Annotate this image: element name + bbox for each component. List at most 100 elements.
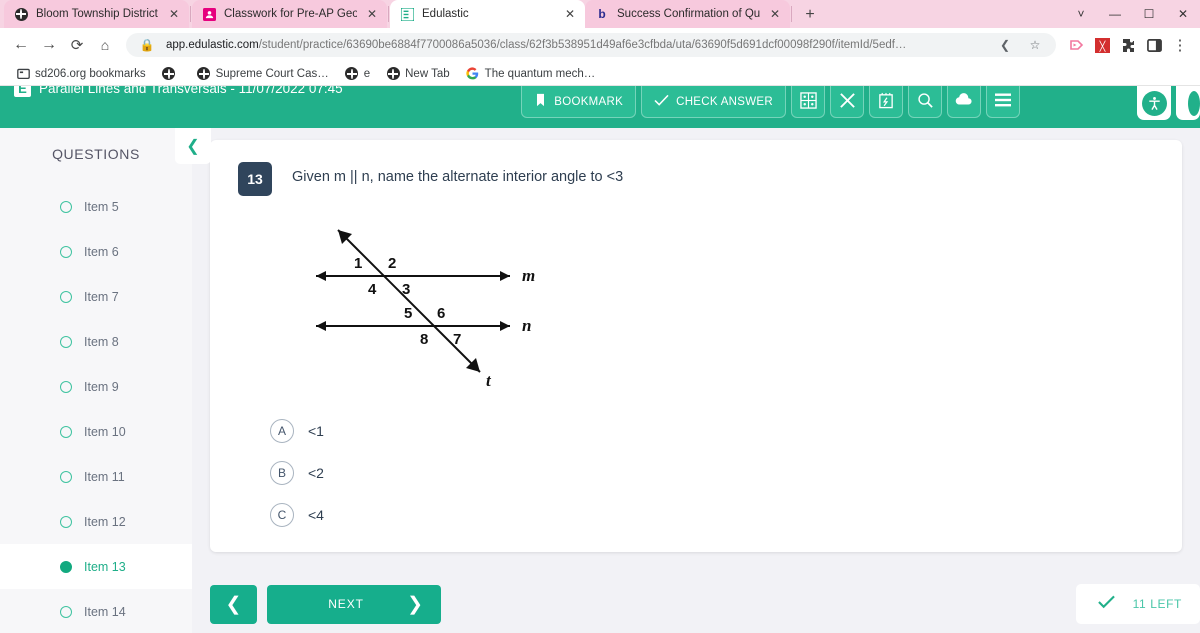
close-x-button[interactable] <box>830 86 864 118</box>
bookmark-button[interactable]: BOOKMARK <box>521 86 637 118</box>
sidebar-item-8[interactable]: Item 8 <box>0 319 192 364</box>
close-icon[interactable]: ✕ <box>365 7 379 21</box>
globe-icon <box>345 67 359 81</box>
next-button[interactable]: NEXT ❯ <box>267 584 441 624</box>
bookmark-item[interactable]: The quantum mech… <box>460 65 602 83</box>
share-icon[interactable]: ❮ <box>994 34 1016 56</box>
sidebar-collapse-button[interactable]: ❮ <box>175 128 211 164</box>
next-label: NEXT <box>328 597 364 611</box>
menu-icon[interactable]: ⋮ <box>1168 32 1192 58</box>
svg-text:5: 5 <box>404 305 412 322</box>
check-answer-button[interactable]: CHECK ANSWER <box>641 86 786 118</box>
browser-tab-4[interactable]: b Success Confirmation of Question ✕ <box>585 0 790 28</box>
address-bar[interactable]: 🔒 app.edulastic.com/student/practice/636… <box>126 33 1056 57</box>
sidebar-item-12[interactable]: Item 12 <box>0 499 192 544</box>
app-header: E Parallel Lines and Transversals - 11/0… <box>0 86 1200 128</box>
globe-icon <box>386 67 400 81</box>
svg-text:8: 8 <box>420 331 428 348</box>
help-icon <box>1188 90 1200 116</box>
magnifier-button[interactable] <box>908 86 942 118</box>
cloud-button[interactable] <box>947 86 981 118</box>
sidebar-item-label: Item 5 <box>84 199 119 214</box>
bookmark-item[interactable]: e <box>339 65 376 83</box>
bookmark-label: New Tab <box>405 67 450 80</box>
new-tab-button[interactable]: + <box>797 2 823 28</box>
adblock-icon[interactable]: ╳ <box>1090 32 1114 58</box>
choice-a[interactable]: A <1 <box>270 410 1154 452</box>
previous-button[interactable]: ❮ <box>210 584 257 624</box>
window-controls: ˅ — ☐ ✕ <box>1064 0 1200 28</box>
globe-icon <box>197 67 211 81</box>
assignment-title-group: E Parallel Lines and Transversals - 11/0… <box>14 86 343 97</box>
accessibility-button[interactable] <box>1137 86 1171 120</box>
choice-c[interactable]: C <4 <box>270 494 1154 536</box>
browser-tab-3-active[interactable]: Edulastic ✕ <box>390 0 585 28</box>
questions-sidebar: ❮ QUESTIONS Item 5 Item 6 Item 7 Item 8 <box>0 128 211 633</box>
sidebar-item-label: Item 8 <box>84 334 119 349</box>
browser-tab-1[interactable]: Bloom Township District 206 ✕ <box>4 0 189 28</box>
svg-text:1: 1 <box>354 255 362 272</box>
sidepanel-icon[interactable] <box>1142 32 1166 58</box>
sidebar-item-5[interactable]: Item 5 <box>0 184 192 229</box>
chevron-down-icon[interactable]: ˅ <box>1064 0 1098 28</box>
sidebar-item-6[interactable]: Item 6 <box>0 229 192 274</box>
choice-b[interactable]: B <2 <box>270 452 1154 494</box>
sidebar-item-9[interactable]: Item 9 <box>0 364 192 409</box>
svg-text:3: 3 <box>402 281 410 298</box>
choice-bubble[interactable]: A <box>270 419 294 443</box>
browser-tab-2[interactable]: Classwork for Pre-AP Geometry - ✕ <box>192 0 387 28</box>
back-button[interactable]: ← <box>8 32 34 58</box>
status-bullet-icon <box>60 335 72 348</box>
minimize-icon[interactable]: — <box>1098 0 1132 28</box>
bookmark-item[interactable] <box>156 65 187 83</box>
sidebar-item-10[interactable]: Item 10 <box>0 409 192 454</box>
svg-text:t: t <box>486 371 492 389</box>
close-icon[interactable]: ✕ <box>167 7 181 21</box>
sidebar-item-14[interactable]: Item 14 <box>0 589 192 633</box>
close-icon[interactable]: ✕ <box>768 7 782 21</box>
magnifier-icon <box>917 92 934 112</box>
tab-divider <box>388 6 389 22</box>
bookmark-item[interactable]: Supreme Court Cas… <box>191 65 335 83</box>
close-window-icon[interactable]: ✕ <box>1166 0 1200 28</box>
calculator-button[interactable] <box>791 86 825 118</box>
close-icon[interactable]: ✕ <box>563 7 577 21</box>
home-button[interactable]: ⌂ <box>92 32 118 58</box>
globe-icon <box>14 7 28 21</box>
sidebar-item-7[interactable]: Item 7 <box>0 274 192 319</box>
choice-bubble[interactable]: B <box>270 461 294 485</box>
reload-button[interactable]: ⟳ <box>64 32 90 58</box>
puzzle-icon[interactable] <box>1116 32 1140 58</box>
restore-icon[interactable]: ☐ <box>1132 0 1166 28</box>
items-left-label: 11 LEFT <box>1132 597 1182 611</box>
status-bullet-icon <box>60 200 72 213</box>
items-left-badge[interactable]: 11 LEFT <box>1075 584 1200 624</box>
sidebar-item-label: Item 14 <box>84 604 126 619</box>
scratchpad-button[interactable] <box>869 86 903 118</box>
edulastic-icon <box>400 7 414 21</box>
bookmark-label: The quantum mech… <box>484 67 596 80</box>
sidebar-item-13[interactable]: Item 13 <box>0 544 192 589</box>
url-text: app.edulastic.com/student/practice/63690… <box>166 39 986 51</box>
sidebar-item-11[interactable]: Item 11 <box>0 454 192 499</box>
bookmark-item[interactable]: New Tab <box>380 65 456 83</box>
lock-icon: 🔒 <box>139 38 155 52</box>
choice-label: <1 <box>308 423 324 439</box>
answer-choices: A <1 B <2 C <4 <box>270 410 1154 536</box>
sidebar-item-label: Item 11 <box>84 469 125 484</box>
bookmark-item[interactable]: sd206.org bookmarks <box>10 65 152 83</box>
help-button[interactable] <box>1176 86 1200 120</box>
question-number: 13 <box>238 162 272 196</box>
choice-bubble[interactable]: C <box>270 503 294 527</box>
cast-icon[interactable] <box>1064 32 1088 58</box>
question-content: 13 Given m || n, name the alternate inte… <box>192 128 1200 633</box>
choice-label: <4 <box>308 507 324 523</box>
star-icon[interactable]: ☆ <box>1024 34 1046 56</box>
svg-text:2: 2 <box>388 255 396 272</box>
list-button[interactable] <box>986 86 1020 118</box>
url-path: /student/practice/63690be6884f7700086a50… <box>258 39 907 51</box>
list-icon <box>994 92 1012 111</box>
svg-text:7: 7 <box>453 331 461 348</box>
forward-button[interactable]: → <box>36 32 62 58</box>
app-body: ❮ QUESTIONS Item 5 Item 6 Item 7 Item 8 <box>0 128 1200 633</box>
